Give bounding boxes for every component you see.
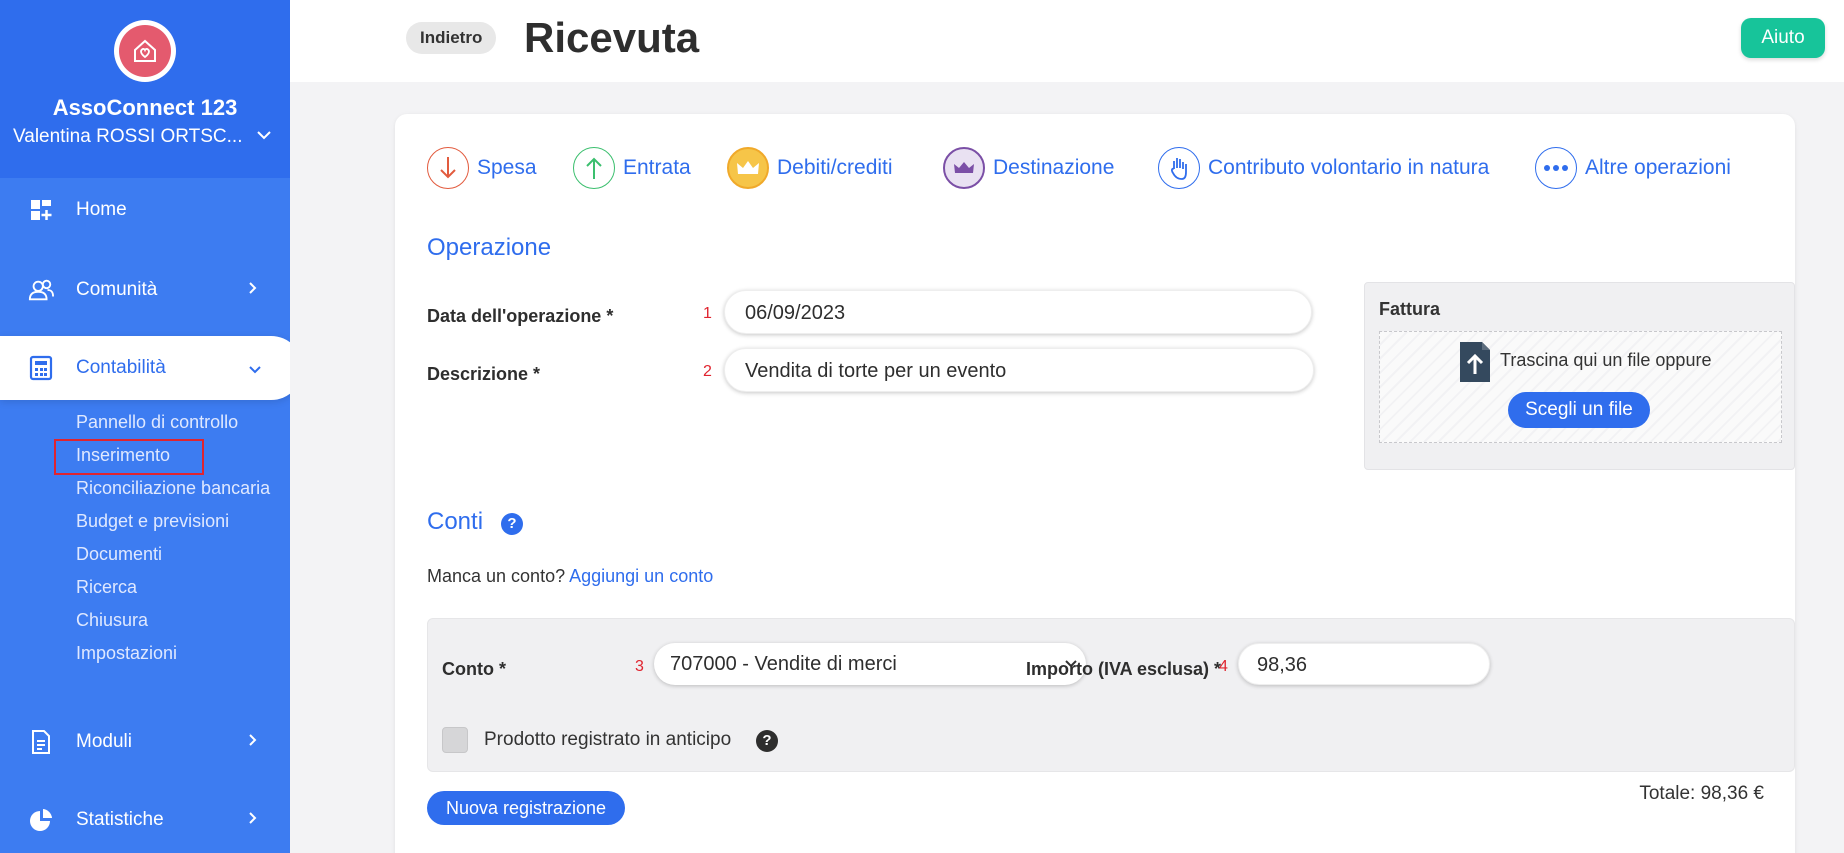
tab-label: Entrata	[623, 156, 691, 179]
heart-house-icon	[119, 25, 171, 77]
chevron-right-icon	[248, 731, 258, 753]
back-button[interactable]: Indietro	[406, 22, 497, 54]
chevron-right-icon	[248, 809, 258, 831]
step-marker: 1	[703, 305, 712, 322]
subnav-item-chiusura[interactable]: Chiusura	[76, 608, 270, 641]
section-title-conti: Conti	[427, 508, 484, 535]
prepaid-checkbox[interactable]	[442, 727, 468, 753]
tab-debiti-crediti[interactable]: Debiti/crediti	[727, 146, 893, 190]
add-account-link[interactable]: Aggiungi un conto	[569, 566, 713, 586]
chevron-down-icon	[248, 359, 262, 381]
crown-icon	[727, 147, 769, 189]
more-icon	[1535, 147, 1577, 189]
pie-chart-icon	[28, 807, 54, 833]
invoice-panel: Fattura Trascina qui un file oppure Sceg…	[1364, 282, 1795, 470]
amount-field[interactable]: 98,36	[1238, 643, 1490, 685]
subnav-item-impostazioni[interactable]: Impostazioni	[76, 641, 270, 674]
hand-icon	[1158, 147, 1200, 189]
choose-file-button[interactable]: Scegli un file	[1508, 392, 1650, 428]
account-panel: Conto * 3 707000 - Vendite di merci Impo…	[427, 618, 1795, 772]
date-label: Data dell'operazione *	[427, 306, 614, 326]
date-field[interactable]: 06/09/2023	[724, 290, 1312, 334]
tab-label: Destinazione	[993, 156, 1115, 179]
page-title: Ricevuta	[524, 14, 700, 61]
calculator-icon	[28, 355, 54, 387]
sidebar-header: AssoConnect 123 Valentina ROSSI ORTSC...	[0, 0, 290, 178]
subnav-item-ricerca[interactable]: Ricerca	[76, 575, 270, 608]
subnav-item-riconciliazione[interactable]: Riconciliazione bancaria	[76, 476, 270, 509]
crown-arrows-icon	[943, 147, 985, 189]
top-bar: Indietro Ricevuta Aiuto	[290, 0, 1844, 82]
tab-spesa[interactable]: Spesa	[427, 146, 537, 190]
sidebar-item-label: Moduli	[76, 731, 132, 752]
amount-label: Importo (IVA esclusa) *	[1026, 659, 1222, 679]
sidebar-item-comunita[interactable]: Comunità	[0, 260, 290, 320]
new-entry-button[interactable]: Nuova registrazione	[427, 791, 625, 825]
sidebar-item-moduli[interactable]: Moduli	[0, 712, 290, 772]
description-label: Descrizione *	[427, 364, 541, 384]
account-select-value: 707000 - Vendite di merci	[670, 653, 897, 675]
missing-account-label: Manca un conto?	[427, 566, 566, 586]
help-circle-icon[interactable]: ?	[501, 513, 523, 535]
user-name[interactable]: Valentina ROSSI ORTSC...	[13, 126, 243, 148]
chevron-right-icon	[248, 279, 258, 301]
total-amount: Totale: 98,36 €	[1639, 783, 1764, 804]
step-marker: 3	[635, 658, 644, 675]
arrow-down-icon	[427, 147, 469, 189]
tab-label: Spesa	[477, 156, 537, 179]
dashboard-icon	[28, 197, 54, 223]
tab-destinazione[interactable]: Destinazione	[943, 146, 1114, 190]
file-dropzone[interactable]: Trascina qui un file oppure Scegli un fi…	[1379, 331, 1782, 443]
subnav-item-documenti[interactable]: Documenti	[76, 542, 270, 575]
tab-label: Contributo volontario in natura	[1208, 156, 1490, 179]
account-select[interactable]: 707000 - Vendite di merci	[654, 643, 1086, 685]
missing-account-text: Manca un conto? Aggiungi un conto	[427, 566, 713, 587]
sidebar-item-label: Comunità	[76, 279, 158, 300]
help-button[interactable]: Aiuto	[1741, 18, 1825, 58]
help-circle-icon[interactable]: ?	[756, 730, 778, 752]
sidebar-item-statistiche[interactable]: Statistiche	[0, 790, 290, 850]
tab-contributo-natura[interactable]: Contributo volontario in natura	[1158, 146, 1489, 190]
step-marker: 2	[703, 363, 712, 380]
org-logo[interactable]	[114, 20, 176, 82]
document-icon	[28, 729, 54, 755]
step-marker: 4	[1219, 658, 1228, 675]
sidebar-item-label: Contabilità	[76, 357, 166, 378]
section-title-operazione: Operazione	[427, 234, 552, 261]
file-upload-icon	[1458, 340, 1492, 389]
tab-label: Debiti/crediti	[777, 156, 893, 179]
sidebar-item-home[interactable]: Home	[0, 180, 290, 240]
sidebar-item-contabilita[interactable]: Contabilità	[0, 336, 290, 400]
chevron-down-icon[interactable]	[256, 128, 272, 146]
prepaid-label: Prodotto registrato in anticipo	[484, 729, 732, 750]
entry-card: Spesa Entrata Debiti/crediti Destinazion…	[395, 114, 1795, 853]
description-field[interactable]: Vendita di torte per un evento	[724, 348, 1314, 392]
invoice-title: Fattura	[1379, 299, 1441, 319]
users-icon	[28, 277, 54, 303]
tab-label: Altre operazioni	[1585, 156, 1731, 179]
org-name: AssoConnect 123	[52, 95, 238, 120]
account-label: Conto *	[442, 659, 506, 679]
dropzone-text: Trascina qui un file oppure	[1500, 350, 1712, 370]
sidebar-item-label: Home	[76, 199, 127, 220]
sidebar: AssoConnect 123 Valentina ROSSI ORTSC...…	[0, 0, 290, 853]
tab-entrata[interactable]: Entrata	[573, 146, 691, 190]
sidebar-item-label: Statistiche	[76, 809, 164, 830]
tab-altre-operazioni[interactable]: Altre operazioni	[1535, 146, 1731, 190]
arrow-up-icon	[573, 147, 615, 189]
highlight-box	[54, 439, 204, 475]
subnav-item-budget[interactable]: Budget e previsioni	[76, 509, 270, 542]
